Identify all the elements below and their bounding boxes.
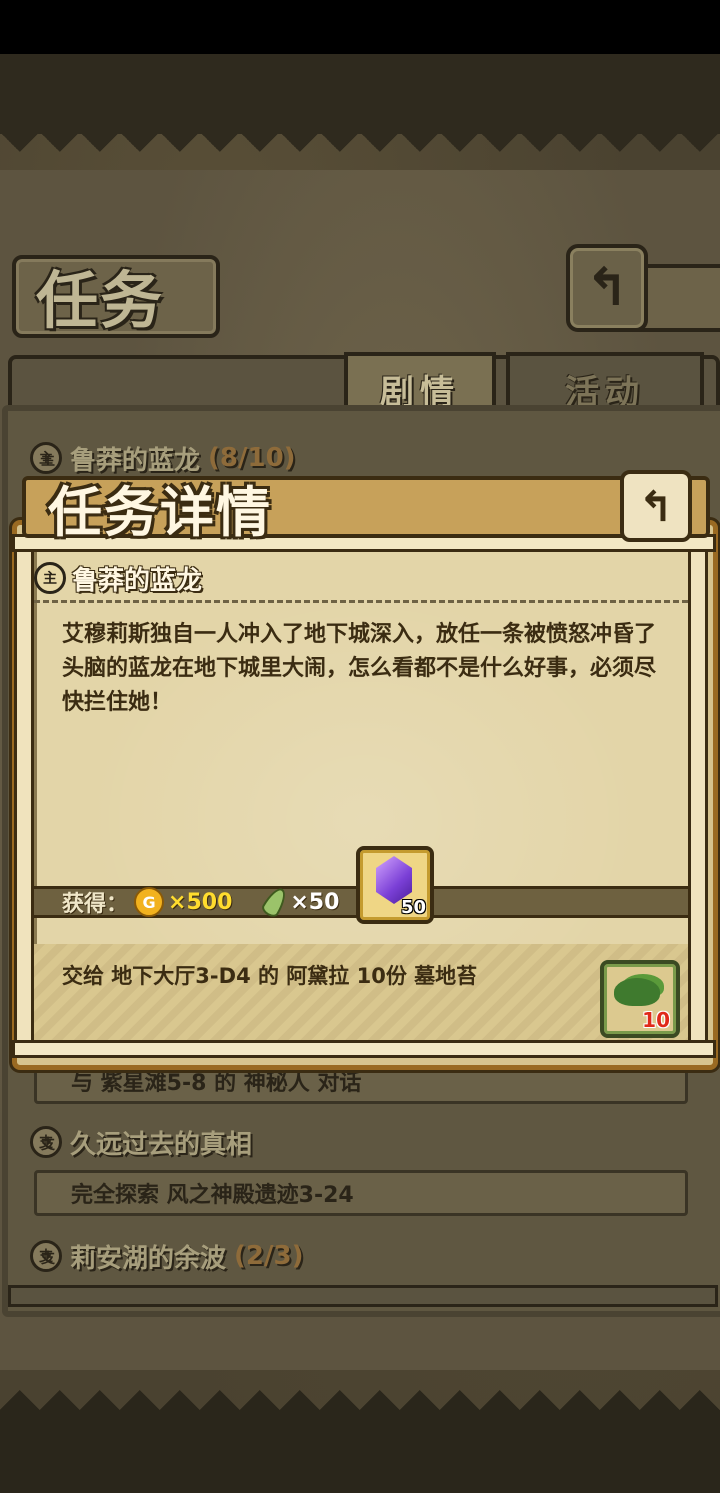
feather-icon xyxy=(260,884,291,920)
quest-seal-icon: 支 xyxy=(30,1240,62,1272)
header-right-plate xyxy=(636,264,720,332)
back-arrow-icon: ↰ xyxy=(638,481,674,531)
scroll-pole-left xyxy=(14,540,34,1056)
quest-item-header[interactable]: 支 久远过去的真相 xyxy=(30,1122,690,1162)
background-band-bottom xyxy=(0,1410,720,1493)
quest-name: 久远过去的真相 xyxy=(70,1129,253,1160)
graveyard-moss-icon xyxy=(614,978,660,1006)
scroll-pole-right xyxy=(688,540,708,1056)
quest-description: 艾穆莉斯独自一人冲入了地下城深入，放任一条被愤怒冲昏了头脑的蓝龙在地下城里大闹，… xyxy=(62,622,657,715)
back-arrow-icon: ↰ xyxy=(585,258,629,318)
reward-gem-item[interactable]: 50 xyxy=(356,846,434,924)
page-title: 任务 xyxy=(36,264,165,337)
quest-seal-icon: 支 xyxy=(30,1126,62,1158)
objective-area xyxy=(34,944,688,1040)
list-bottom-rail xyxy=(8,1285,718,1307)
quest-objective[interactable]: 完全探索 风之神殿遗迹3-24 xyxy=(34,1170,688,1216)
gold-amount: ×500 xyxy=(168,889,233,915)
game-screen: 任务 ↰ 剧情 活动 主 鲁莽的蓝龙 (8/10) 与 紫星滩5-8 的 神秘人… xyxy=(0,0,720,1493)
status-bar xyxy=(0,0,720,54)
zigzag-border-top xyxy=(0,132,720,172)
detail-quest-name: 鲁莽的蓝龙 xyxy=(72,565,203,596)
quest-item-header[interactable]: 支 莉安湖的余波 (2/3) xyxy=(30,1236,690,1276)
quest-name: 莉安湖的余波 xyxy=(70,1243,227,1274)
required-item[interactable]: 10 xyxy=(600,960,680,1038)
quest-progress: (2/3) xyxy=(234,1241,304,1271)
scroll-rail-bottom xyxy=(12,1040,716,1058)
zigzag-border-bottom xyxy=(0,1370,720,1412)
background-band-top xyxy=(0,54,720,134)
feather-amount: ×50 xyxy=(290,889,340,915)
modal-close-button[interactable]: ↰ xyxy=(620,470,692,542)
item-quantity: 10 xyxy=(642,1008,670,1032)
detail-quest-header: 主 鲁莽的蓝龙 xyxy=(34,556,688,603)
quest-objective-detail: 交给 地下大厅3-D4 的 阿黛拉 10份 墓地苔 xyxy=(62,964,478,988)
modal-title: 任务详情 xyxy=(48,481,272,544)
reward-label: 获得： xyxy=(62,892,129,917)
gold-coin-icon: G xyxy=(134,887,165,917)
gem-quantity: 50 xyxy=(400,897,426,918)
back-button[interactable]: ↰ xyxy=(566,244,648,332)
quest-seal-icon: 主 xyxy=(34,562,66,594)
